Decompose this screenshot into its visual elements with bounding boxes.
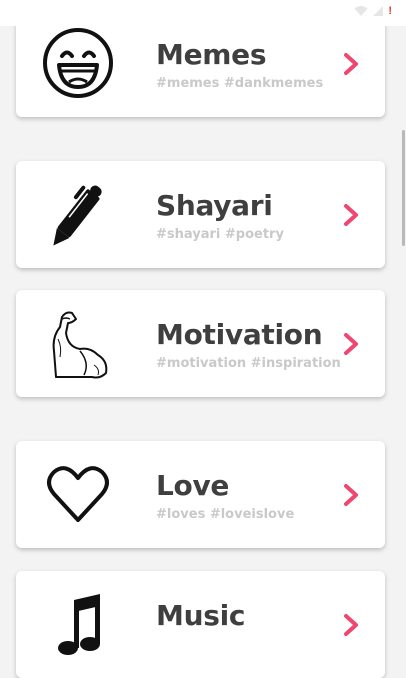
category-title: Love (156, 469, 230, 502)
category-card-memes[interactable]: Memes #memes #dankmemes (16, 10, 385, 117)
category-tags: #loves #loveislove (156, 507, 295, 522)
laughing-face-icon (40, 27, 116, 99)
category-tags: #shayari #poetry (156, 227, 284, 242)
pen-icon (40, 178, 116, 250)
category-title: Motivation (156, 318, 323, 351)
status-time: 5:43 (10, 6, 40, 21)
category-tags: #memes #dankmemes (156, 76, 324, 91)
category-card-love[interactable]: Love #loves #loveislove (16, 441, 385, 548)
category-card-shayari[interactable]: Shayari #shayari #poetry (16, 161, 385, 268)
heart-icon (40, 458, 116, 530)
signal-icon (373, 6, 384, 16)
status-icons: ! (354, 5, 392, 17)
chevron-right-icon (344, 333, 358, 355)
category-card-motivation[interactable]: Motivation #motivation #inspiration (16, 290, 385, 397)
category-title: Music (156, 599, 246, 632)
scrollbar[interactable] (402, 130, 405, 246)
battery-alert-icon: ! (388, 5, 392, 17)
music-note-icon (40, 588, 116, 660)
chevron-right-icon (344, 614, 358, 636)
category-card-music[interactable]: Music (16, 571, 385, 678)
flexed-arm-icon (40, 307, 116, 379)
status-bar: 5:43 ! (0, 0, 406, 26)
chevron-right-icon (344, 204, 358, 226)
chevron-right-icon (344, 484, 358, 506)
category-title: Memes (156, 38, 267, 71)
chevron-right-icon (344, 53, 358, 75)
category-list[interactable]: Memes #memes #dankmemes Shayari #shayari… (0, 0, 406, 678)
category-tags: #motivation #inspiration (156, 356, 341, 371)
wifi-icon (354, 6, 368, 16)
category-title: Shayari (156, 189, 273, 222)
